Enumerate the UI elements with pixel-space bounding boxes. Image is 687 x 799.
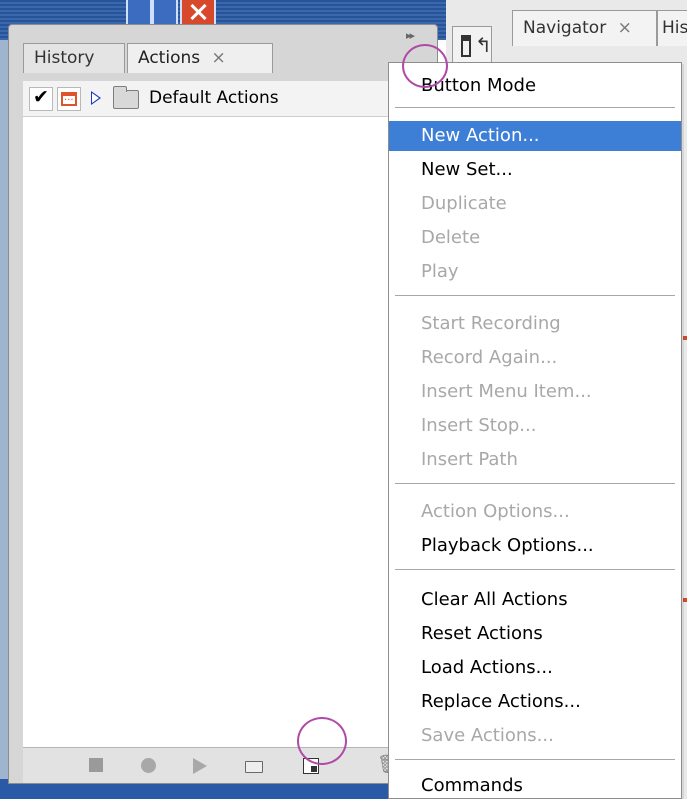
actions-panel: ▸▸ History Actions × ✔ Default Actions 🗑 [8, 24, 438, 784]
record-icon[interactable] [141, 758, 156, 773]
menu-item-insert-stop[interactable]: Insert Stop... [389, 411, 681, 441]
toggle-dialog-checkbox[interactable] [57, 87, 81, 111]
background-close-icon [180, 0, 216, 26]
dialog-icon [61, 92, 77, 106]
menu-item-duplicate[interactable]: Duplicate [389, 189, 681, 219]
menu-separator [395, 569, 675, 571]
menu-separator [395, 107, 675, 109]
menu-item-action-options[interactable]: Action Options... [389, 497, 681, 527]
toggle-item-checkbox[interactable]: ✔ [29, 86, 53, 111]
background-minimize-icon [126, 0, 152, 26]
play-icon[interactable] [193, 758, 207, 774]
close-icon[interactable]: × [212, 48, 226, 68]
expand-triangle-icon[interactable] [91, 91, 101, 105]
menu-item-new-set[interactable]: New Set... [389, 155, 681, 185]
tab-history[interactable]: History [23, 43, 125, 73]
actions-list [23, 117, 433, 747]
tab-actions-label: Actions [138, 48, 201, 68]
tab-actions[interactable]: Actions × [127, 43, 273, 73]
menu-separator [395, 295, 675, 297]
panel-flyout-menu: Button Mode New Action... New Set... Dup… [388, 62, 682, 799]
tab-navigator[interactable]: Navigator × [512, 10, 657, 46]
menu-separator [395, 483, 675, 485]
stop-icon[interactable] [89, 758, 103, 772]
actions-bottom-toolbar: 🗑 [23, 747, 433, 783]
menu-item-play[interactable]: Play [389, 257, 681, 287]
menu-item-record-again[interactable]: Record Again... [389, 343, 681, 373]
menu-separator [395, 759, 675, 761]
menu-item-commands[interactable]: Commands [389, 771, 681, 799]
menu-item-clear-all-actions[interactable]: Clear All Actions [389, 585, 681, 615]
tab-history-label: History [34, 48, 95, 68]
history-icon [461, 35, 471, 57]
highlight-circle-flyout-button [402, 44, 448, 88]
menu-item-insert-path[interactable]: Insert Path [389, 445, 681, 475]
menu-item-playback-options[interactable]: Playback Options... [389, 531, 681, 561]
history-arrow-icon: ↰ [475, 33, 492, 57]
action-set-row[interactable]: ✔ Default Actions [23, 81, 433, 117]
tab-history-dock[interactable]: His [657, 10, 687, 46]
new-set-icon[interactable] [245, 761, 263, 773]
menu-item-load-actions[interactable]: Load Actions... [389, 653, 681, 683]
menu-item-reset-actions[interactable]: Reset Actions [389, 619, 681, 649]
menu-item-replace-actions[interactable]: Replace Actions... [389, 687, 681, 717]
menu-item-insert-menu-item[interactable]: Insert Menu Item... [389, 377, 681, 407]
menu-item-start-recording[interactable]: Start Recording [389, 309, 681, 339]
menu-item-save-actions[interactable]: Save Actions... [389, 721, 681, 751]
close-icon[interactable]: × [618, 18, 632, 38]
panel-collapse-icon[interactable]: ▸▸ [406, 29, 415, 42]
background-window-edge [0, 40, 8, 799]
canvas-marker [683, 336, 687, 340]
highlight-circle-new-action-button [297, 717, 347, 765]
folder-icon [113, 86, 139, 109]
canvas-marker [683, 598, 687, 602]
history-panel-button[interactable]: ↰ [452, 26, 492, 66]
action-set-label: Default Actions [149, 88, 279, 108]
background-maximize-icon [152, 0, 178, 26]
menu-item-delete[interactable]: Delete [389, 223, 681, 253]
menu-item-new-action[interactable]: New Action... [389, 121, 681, 151]
checkmark-icon: ✔ [33, 86, 49, 108]
tab-navigator-label: Navigator [523, 18, 607, 38]
tab-history-dock-label: His [662, 18, 687, 38]
